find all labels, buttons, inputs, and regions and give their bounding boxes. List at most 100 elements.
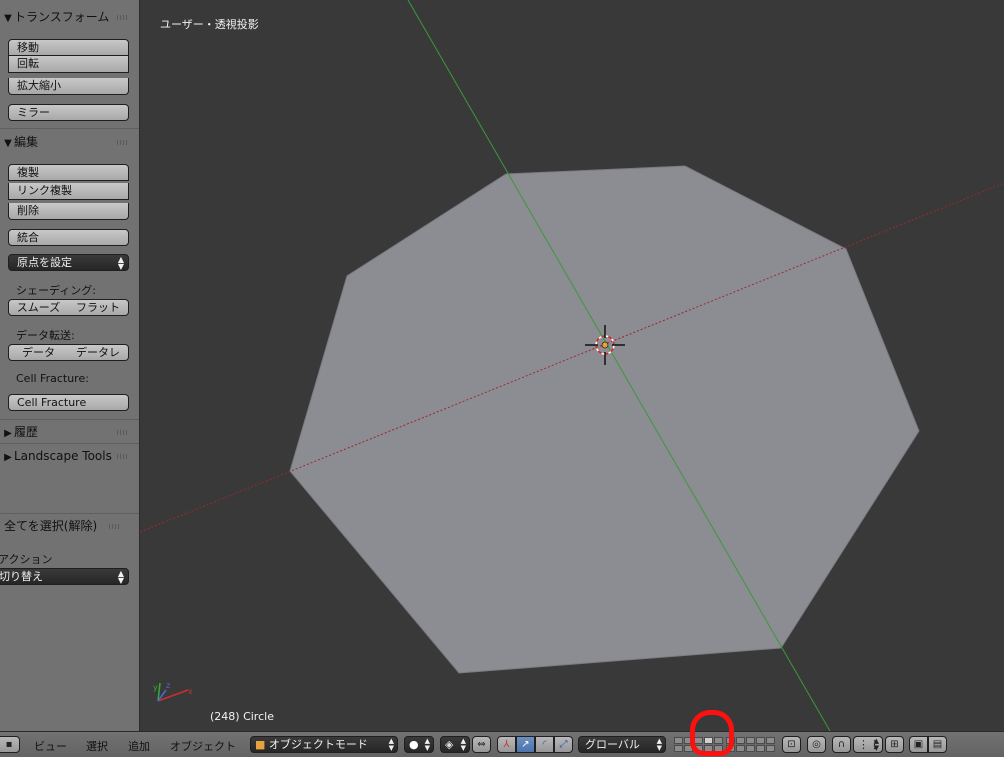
opengl-render-button[interactable]: ▣ xyxy=(909,736,928,753)
cell-fracture-button[interactable]: Cell Fracture xyxy=(8,394,129,411)
layer-button[interactable] xyxy=(756,737,765,744)
layer-button[interactable] xyxy=(684,737,693,744)
panel-header-landscape-tools[interactable]: ▶ Landscape Tools xyxy=(0,446,139,466)
mode-dropdown[interactable]: ■ オブジェクトモード ▲ ▼ xyxy=(250,736,398,753)
rotate-button[interactable]: 回転 xyxy=(8,56,129,73)
join-button[interactable]: 統合 xyxy=(8,229,129,246)
circle-mesh[interactable] xyxy=(289,165,920,674)
shading-label: シェーディング: xyxy=(16,284,96,297)
expand-triangle-icon: ▶ xyxy=(4,452,12,463)
proportional-edit-icon: ◎ xyxy=(812,739,821,750)
duplicate-button[interactable]: 複製 xyxy=(8,164,129,181)
updown-arrows-icon: ▲ ▼ xyxy=(873,737,879,752)
layer-button[interactable] xyxy=(714,745,723,752)
updown-arrows-icon: ▲ ▼ xyxy=(424,737,430,752)
menu-select[interactable]: 選択 xyxy=(86,738,108,754)
action-label: アクション xyxy=(0,553,53,566)
tool-shelf: ▼ トランスフォーム 移動 回転 拡大縮小 ミラー ▼ 編集 複製 リンク複製 削除… xyxy=(0,0,140,731)
shade-smooth-button[interactable]: スムーズ xyxy=(8,299,69,316)
action-dropdown[interactable]: 切り替え ▲ ▼ xyxy=(0,568,129,585)
grip-icon[interactable] xyxy=(109,524,121,529)
data-transfer-label: データ転送: xyxy=(16,329,75,342)
object-origin-dot xyxy=(601,341,609,349)
snap-target-icon: ⊞ xyxy=(890,739,899,750)
expand-triangle-icon: ▶ xyxy=(4,428,12,439)
set-origin-dropdown[interactable]: 原点を設定 ▲ ▼ xyxy=(8,254,129,271)
data-transfer-button[interactable]: データ xyxy=(8,344,69,361)
viewport-canvas[interactable]: y z x xyxy=(140,0,1004,731)
layer-button[interactable] xyxy=(726,737,735,744)
collapse-triangle-icon: ▼ xyxy=(4,138,12,149)
menu-add[interactable]: 追加 xyxy=(128,738,150,754)
svg-text:x: x xyxy=(188,687,193,696)
proportional-edit-button[interactable]: ◎ xyxy=(807,736,826,753)
svg-text:y: y xyxy=(153,683,158,692)
panel-header-operator[interactable]: 全てを選択(解除) xyxy=(0,516,135,536)
layer-button[interactable] xyxy=(684,745,693,752)
translate-button[interactable]: 移動 xyxy=(8,39,129,56)
grip-icon[interactable] xyxy=(117,454,129,459)
manipulator-icon: ⇔ xyxy=(477,739,486,750)
clapperboard-icon: ▤ xyxy=(932,739,943,750)
3d-viewport[interactable]: y z x ユーザー・透視投影 (248) Circle xyxy=(140,0,1004,731)
layer-buttons-left[interactable] xyxy=(674,737,723,752)
pivot-point-dropdown[interactable]: ◈ ▲ ▼ xyxy=(440,736,470,753)
scale-arrow-icon: ⤢ xyxy=(559,739,568,750)
panel-header-edit[interactable]: ▼ 編集 xyxy=(0,132,139,152)
translate-manipulator-button[interactable]: ↗ xyxy=(516,736,535,753)
scale-manipulator-button[interactable]: ⤢ xyxy=(554,736,573,753)
menu-object[interactable]: オブジェクト xyxy=(170,738,236,754)
mirror-button[interactable]: ミラー xyxy=(8,104,129,121)
updown-arrows-icon: ▲ ▼ xyxy=(460,737,466,752)
magnet-icon: ∩ xyxy=(837,739,846,750)
viewport-shading-dropdown[interactable]: ● ▲ ▼ xyxy=(404,736,434,753)
layer-button[interactable] xyxy=(704,737,713,744)
editor-type-button[interactable]: ▪ xyxy=(0,736,20,753)
scale-button[interactable]: 拡大縮小 xyxy=(8,78,129,95)
transform-orientation-dropdown[interactable]: グローバル ▲ ▼ xyxy=(578,736,666,753)
menu-view[interactable]: ビュー xyxy=(34,738,67,754)
rotate-manipulator-button[interactable]: ◜ xyxy=(535,736,554,753)
manipulator-button[interactable]: ⅄ xyxy=(497,736,516,753)
layer-button[interactable] xyxy=(766,745,775,752)
updown-arrows-icon: ▲ ▼ xyxy=(117,569,124,585)
cell-fracture-label: Cell Fracture: xyxy=(16,372,89,385)
divider xyxy=(0,419,139,420)
layer-button[interactable] xyxy=(746,737,755,744)
updown-arrows-icon: ▲ ▼ xyxy=(656,737,662,752)
lock-layer-button[interactable]: ⊡ xyxy=(782,736,801,753)
shade-flat-button[interactable]: フラット xyxy=(68,299,129,316)
grip-icon[interactable] xyxy=(117,430,129,435)
grip-icon[interactable] xyxy=(117,15,129,20)
layer-button[interactable] xyxy=(714,737,723,744)
panel-header-transform[interactable]: ▼ トランスフォーム xyxy=(0,7,139,27)
duplicate-linked-button[interactable]: リンク複製 xyxy=(8,183,129,200)
arrow-icon: ↗ xyxy=(521,739,530,750)
layer-button[interactable] xyxy=(694,745,703,752)
layer-button[interactable] xyxy=(756,745,765,752)
opengl-animation-button[interactable]: ▤ xyxy=(928,736,947,753)
layer-buttons-right[interactable] xyxy=(726,737,775,752)
grip-icon[interactable] xyxy=(117,140,129,145)
snap-element-dropdown[interactable]: ⋮⋮ ▲ ▼ xyxy=(853,736,883,753)
panel-header-history[interactable]: ▶ 履歴 xyxy=(0,422,139,442)
snap-target-button[interactable]: ⊞ xyxy=(885,736,904,753)
manipulator-toggle[interactable]: ⇔ xyxy=(472,736,491,753)
editor-type-icon: ▪ xyxy=(5,739,13,750)
layer-button[interactable] xyxy=(746,745,755,752)
updown-arrows-icon: ▲ ▼ xyxy=(117,255,124,271)
layer-button[interactable] xyxy=(766,737,775,744)
layer-button[interactable] xyxy=(726,745,735,752)
layer-button[interactable] xyxy=(674,745,683,752)
solid-sphere-icon: ● xyxy=(409,738,419,751)
layer-button[interactable] xyxy=(694,737,703,744)
svg-text:z: z xyxy=(166,681,170,690)
layer-button[interactable] xyxy=(736,745,745,752)
delete-button[interactable]: 削除 xyxy=(8,203,129,220)
snap-toggle-button[interactable]: ∩ xyxy=(832,736,851,753)
layer-button[interactable] xyxy=(736,737,745,744)
data-transfer-layout-button[interactable]: データレ xyxy=(68,344,129,361)
layer-button[interactable] xyxy=(704,745,713,752)
viewport-header: ▪ ビュー 選択 追加 オブジェクト ■ オブジェクトモード ▲ ▼ ● ▲ ▼ ◈… xyxy=(0,731,1004,757)
layer-button[interactable] xyxy=(674,737,683,744)
